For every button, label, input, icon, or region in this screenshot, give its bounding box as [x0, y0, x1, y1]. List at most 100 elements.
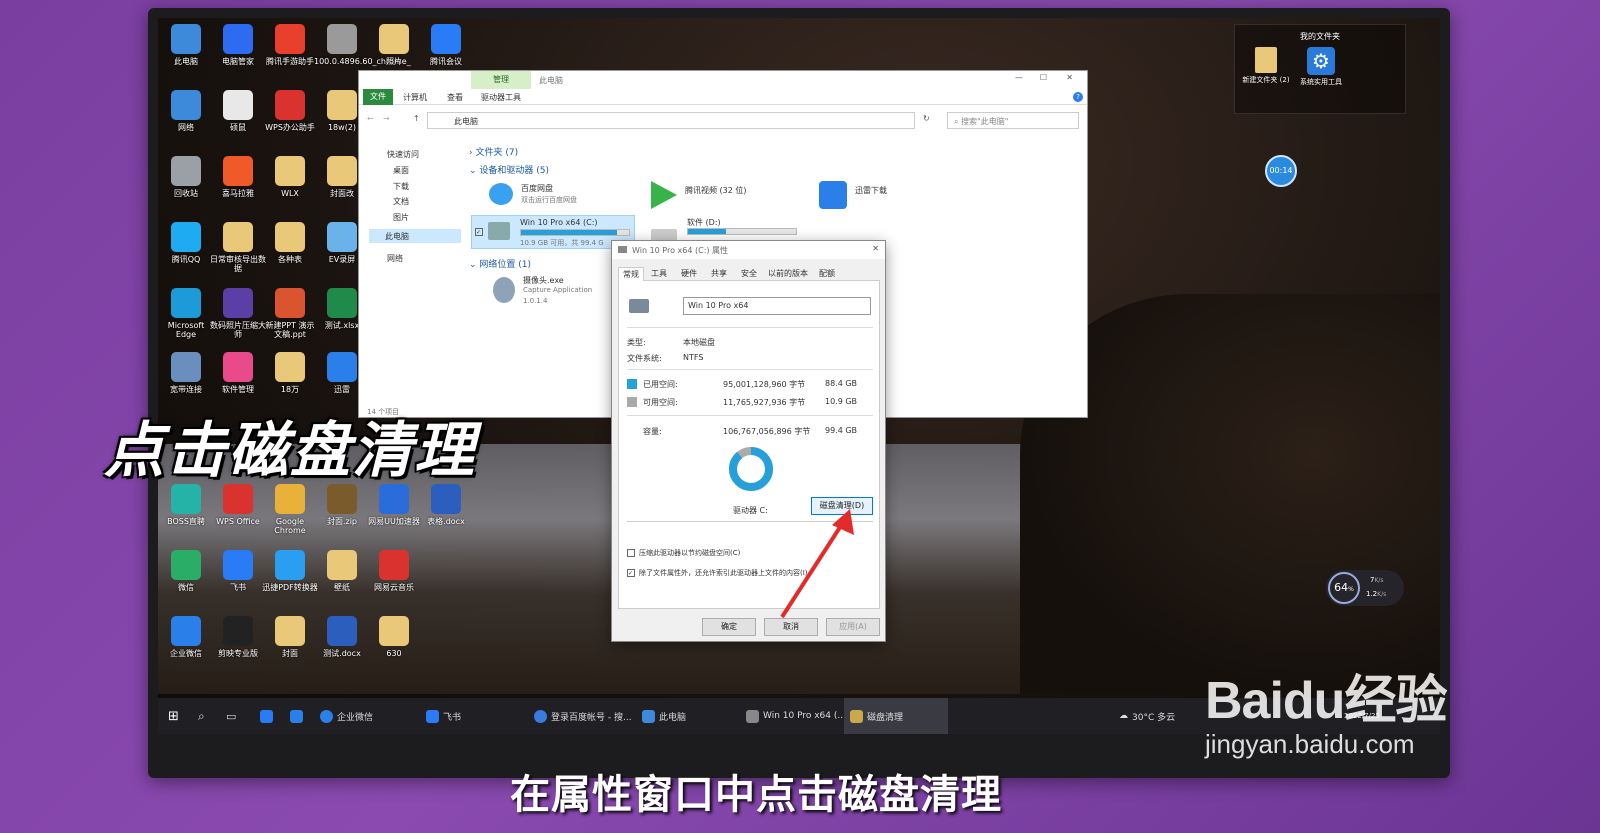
taskbar-xunlei-pin[interactable]	[284, 698, 309, 734]
taskview-button[interactable]: ▭	[220, 698, 242, 734]
desktop-icon-label: 表格.docx	[427, 517, 465, 526]
desktop-icon[interactable]: 630	[366, 616, 422, 658]
desktop-icon[interactable]: 此电脑	[158, 24, 214, 66]
device-xunlei[interactable]: 迅雷下载	[819, 181, 959, 211]
desktop-icon[interactable]: 迅捷PDF转换器	[262, 550, 318, 592]
desktop-icon[interactable]: 宽带连接	[158, 352, 214, 394]
desktop-icon-new-folder[interactable]: 新建文件夹 (2)	[1241, 47, 1291, 85]
dialog-tab-2[interactable]: 硬件	[674, 267, 704, 281]
desktop-icon[interactable]: BOSS直聘	[158, 484, 214, 526]
desktop-icon[interactable]: 封面.zip	[314, 484, 370, 526]
devices-header[interactable]: ⌄ 设备和驱动器 (5)	[469, 163, 549, 176]
desktop-icon[interactable]: WLX	[262, 156, 318, 198]
desktop-icon[interactable]: 封面	[262, 616, 318, 658]
ribbon-tab-file[interactable]: 文件	[363, 89, 393, 105]
app-icon	[327, 616, 357, 646]
taskbar-item-wecom[interactable]: 企业微信	[314, 698, 379, 734]
desktop-icon[interactable]: 剪映专业版	[210, 616, 266, 658]
desktop-icon[interactable]: 网络	[158, 90, 214, 132]
netloc-header[interactable]: ⌄ 网络位置 (1)	[469, 257, 531, 270]
address-bar[interactable]: 此电脑	[427, 112, 915, 129]
taskbar-item-this-pc[interactable]: 此电脑	[636, 698, 692, 734]
volume-name-input[interactable]: Win 10 Pro x64	[683, 297, 871, 315]
index-checkbox[interactable]: ✓	[627, 569, 635, 577]
dialog-tab-4[interactable]: 安全	[734, 267, 764, 281]
help-icon[interactable]: ?	[1073, 92, 1083, 102]
desktop-icon[interactable]: 微信	[158, 550, 214, 592]
dialog-close-button[interactable]: ✕	[872, 244, 879, 253]
netloc-camera[interactable]: 摄像头.exe Capture Application 1.0.1.4	[489, 273, 629, 313]
nav-pictures[interactable]: 图片	[393, 212, 409, 223]
desktop-icon[interactable]: 腾讯会议	[418, 24, 474, 66]
taskbar-explorer-pin[interactable]	[254, 698, 279, 734]
minimize-button[interactable]: —	[1015, 73, 1023, 82]
device-baidu-netdisk[interactable]: 百度网盘 双击运行百度网盘	[489, 181, 629, 211]
forward-arrow-icon[interactable]: →	[383, 114, 390, 123]
compress-checkbox[interactable]	[627, 549, 635, 557]
desktop-icon[interactable]: 回收站	[158, 156, 214, 198]
desktop-icon[interactable]: 数码照片压缩大师	[210, 288, 266, 339]
desktop-icon[interactable]: 测试.docx	[314, 616, 370, 658]
ribbon-tab-computer[interactable]: 计算机	[403, 92, 427, 103]
nav-desktop[interactable]: 桌面	[393, 165, 409, 176]
taskbar-label: 磁盘清理	[867, 712, 904, 723]
nav-quick-access[interactable]: 快速访问	[387, 149, 419, 160]
desktop-icon[interactable]: 日常审核导出数据	[210, 222, 266, 273]
refresh-icon[interactable]: ↻	[923, 114, 930, 123]
search-input[interactable]: ⌕ 搜索"此电脑"	[947, 112, 1079, 129]
desktop-icon[interactable]: Google Chrome	[262, 484, 318, 535]
weather-widget[interactable]: ☁ 30°C 多云	[1113, 698, 1181, 734]
nav-documents[interactable]: 文档	[393, 196, 409, 207]
desktop-icon[interactable]: 喜马拉雅	[210, 156, 266, 198]
app-icon	[171, 550, 201, 580]
start-button[interactable]: ⊞	[162, 698, 185, 734]
desktop-icon[interactable]: 网易UU加速器	[366, 484, 422, 526]
desktop-icon[interactable]: 软件管理	[210, 352, 266, 394]
dialog-tab-5[interactable]: 以前的版本	[764, 267, 812, 281]
desktop-icon[interactable]: 新建PPT 演示文稿.ppt	[262, 288, 318, 339]
nav-this-pc[interactable]: 此电脑	[369, 229, 461, 243]
ok-button[interactable]: 确定	[702, 618, 756, 636]
desktop-icon[interactable]: 18万	[262, 352, 318, 394]
taskbar-item-properties[interactable]: Win 10 Pro x64 (...	[740, 698, 852, 734]
tab-manage[interactable]: 管理	[471, 71, 531, 89]
desktop-icon[interactable]: 表格.docx	[418, 484, 474, 526]
nav-network[interactable]: 网络	[387, 253, 403, 264]
maximize-button[interactable]: ☐	[1040, 73, 1047, 82]
taskbar-item-disk-cleanup[interactable]: 磁盘清理	[844, 698, 948, 734]
desktop-icon[interactable]: 硕鼠	[210, 90, 266, 132]
search-icon: ⌕	[954, 117, 962, 126]
ribbon-tab-view[interactable]: 查看	[447, 92, 463, 103]
app-icon	[327, 156, 357, 186]
desktop-icon[interactable]: 壁纸	[314, 550, 370, 592]
nav-downloads[interactable]: 下载	[393, 181, 409, 192]
desktop-icon-system-tools[interactable]: ⚙ 系统实用工具	[1293, 47, 1349, 87]
device-tencent-video[interactable]: 腾讯视频 (32 位)	[651, 181, 791, 211]
search-icon: ⌕	[198, 708, 205, 723]
desktop-icon-label: 腾讯手游助手	[266, 57, 314, 66]
taskbar-item-feishu[interactable]: 飞书	[420, 698, 467, 734]
desktop-icon[interactable]: 企业微信	[158, 616, 214, 658]
desktop-icon[interactable]: 电脑管家	[210, 24, 266, 66]
dialog-tab-6[interactable]: 配额	[812, 267, 842, 281]
search-button[interactable]: ⌕	[192, 698, 211, 734]
desktop-icon[interactable]: 腾讯手游助手	[262, 24, 318, 66]
ribbon-tab-drive-tools[interactable]: 驱动器工具	[481, 92, 521, 103]
desktop-icon[interactable]: 飞书	[210, 550, 266, 592]
desktop-icon[interactable]: WPS办公助手	[262, 90, 318, 132]
desktop-icon[interactable]: WPS Office	[210, 484, 266, 526]
dialog-tab-3[interactable]: 共享	[704, 267, 734, 281]
desktop-icon[interactable]: 网易云音乐	[366, 550, 422, 592]
desktop-icon[interactable]: 照片	[366, 24, 422, 66]
up-arrow-icon[interactable]: ↑	[413, 114, 420, 123]
close-button[interactable]: ✕	[1066, 73, 1073, 82]
dialog-tab-1[interactable]: 工具	[644, 267, 674, 281]
desktop-icon[interactable]: 100.0.4896.60_chrome_	[314, 24, 411, 66]
dialog-tab-0[interactable]: 常规	[618, 267, 644, 281]
desktop-icon[interactable]: 各种表	[262, 222, 318, 264]
taskbar-item-browser[interactable]: 登录百度帐号 - 搜...	[528, 698, 638, 734]
back-arrow-icon[interactable]: ←	[367, 114, 374, 123]
desktop-icon[interactable]: Microsoft Edge	[158, 288, 214, 339]
desktop-icon[interactable]: 腾讯QQ	[158, 222, 214, 264]
folders-header[interactable]: › 文件夹 (7)	[469, 145, 518, 158]
